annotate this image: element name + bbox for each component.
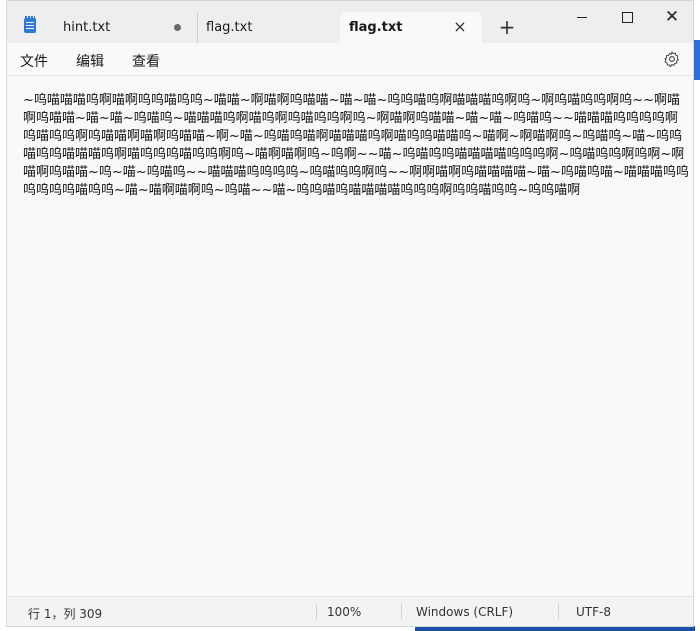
minimize-button[interactable] xyxy=(560,5,604,29)
menu-edit[interactable]: 编辑 xyxy=(76,51,104,71)
status-divider xyxy=(401,604,402,619)
status-divider xyxy=(316,604,317,619)
close-window-button[interactable]: ✕ xyxy=(650,5,693,29)
maximize-icon xyxy=(621,11,633,23)
menu-view[interactable]: 查看 xyxy=(132,51,160,71)
unsaved-dot-icon xyxy=(174,24,181,31)
close-tab-icon[interactable]: × xyxy=(452,19,468,35)
tab-flag-txt-active[interactable]: flag.txt × xyxy=(340,12,482,43)
minimize-icon xyxy=(577,16,587,18)
menu-bar: 文件 编辑 查看 xyxy=(7,43,693,76)
cursor-position: 行 1，列 309 xyxy=(28,607,103,621)
encoding[interactable]: UTF-8 xyxy=(576,605,611,619)
status-bar: 行 1，列 309 100% Windows (CRLF) UTF-8 xyxy=(7,596,693,626)
new-tab-button[interactable]: + xyxy=(495,16,519,40)
editor-content[interactable]: ~呜喵喵喵呜啊喵啊呜呜喵呜呜~喵喵~啊喵啊呜喵喵~喵~喵~呜呜喵呜啊喵喵喵呜啊呜… xyxy=(23,92,690,200)
tab-hint-txt[interactable]: hint.txt xyxy=(63,12,203,43)
settings-gear-icon[interactable] xyxy=(663,50,681,68)
status-divider xyxy=(558,604,559,619)
tab-label: flag.txt xyxy=(349,20,403,35)
tab-label: hint.txt xyxy=(63,20,111,35)
tab-flag-txt[interactable]: flag.txt xyxy=(197,12,342,43)
text-editor-area[interactable]: ~呜喵喵喵呜啊喵啊呜呜喵呜呜~喵喵~啊喵啊呜喵喵~喵~喵~呜呜喵呜啊喵喵喵呜啊呜… xyxy=(7,76,693,596)
title-bar: hint.txt flag.txt flag.txt × + ✕ xyxy=(7,1,693,43)
line-ending[interactable]: Windows (CRLF) xyxy=(416,605,513,619)
tab-label: flag.txt xyxy=(206,20,253,35)
notepad-icon xyxy=(24,16,36,33)
notepad-window: hint.txt flag.txt flag.txt × + ✕ 文件 编辑 查… xyxy=(6,0,694,627)
zoom-level[interactable]: 100% xyxy=(327,605,361,619)
close-icon: ✕ xyxy=(664,6,680,27)
maximize-button[interactable] xyxy=(605,5,649,29)
menu-file[interactable]: 文件 xyxy=(20,51,48,71)
